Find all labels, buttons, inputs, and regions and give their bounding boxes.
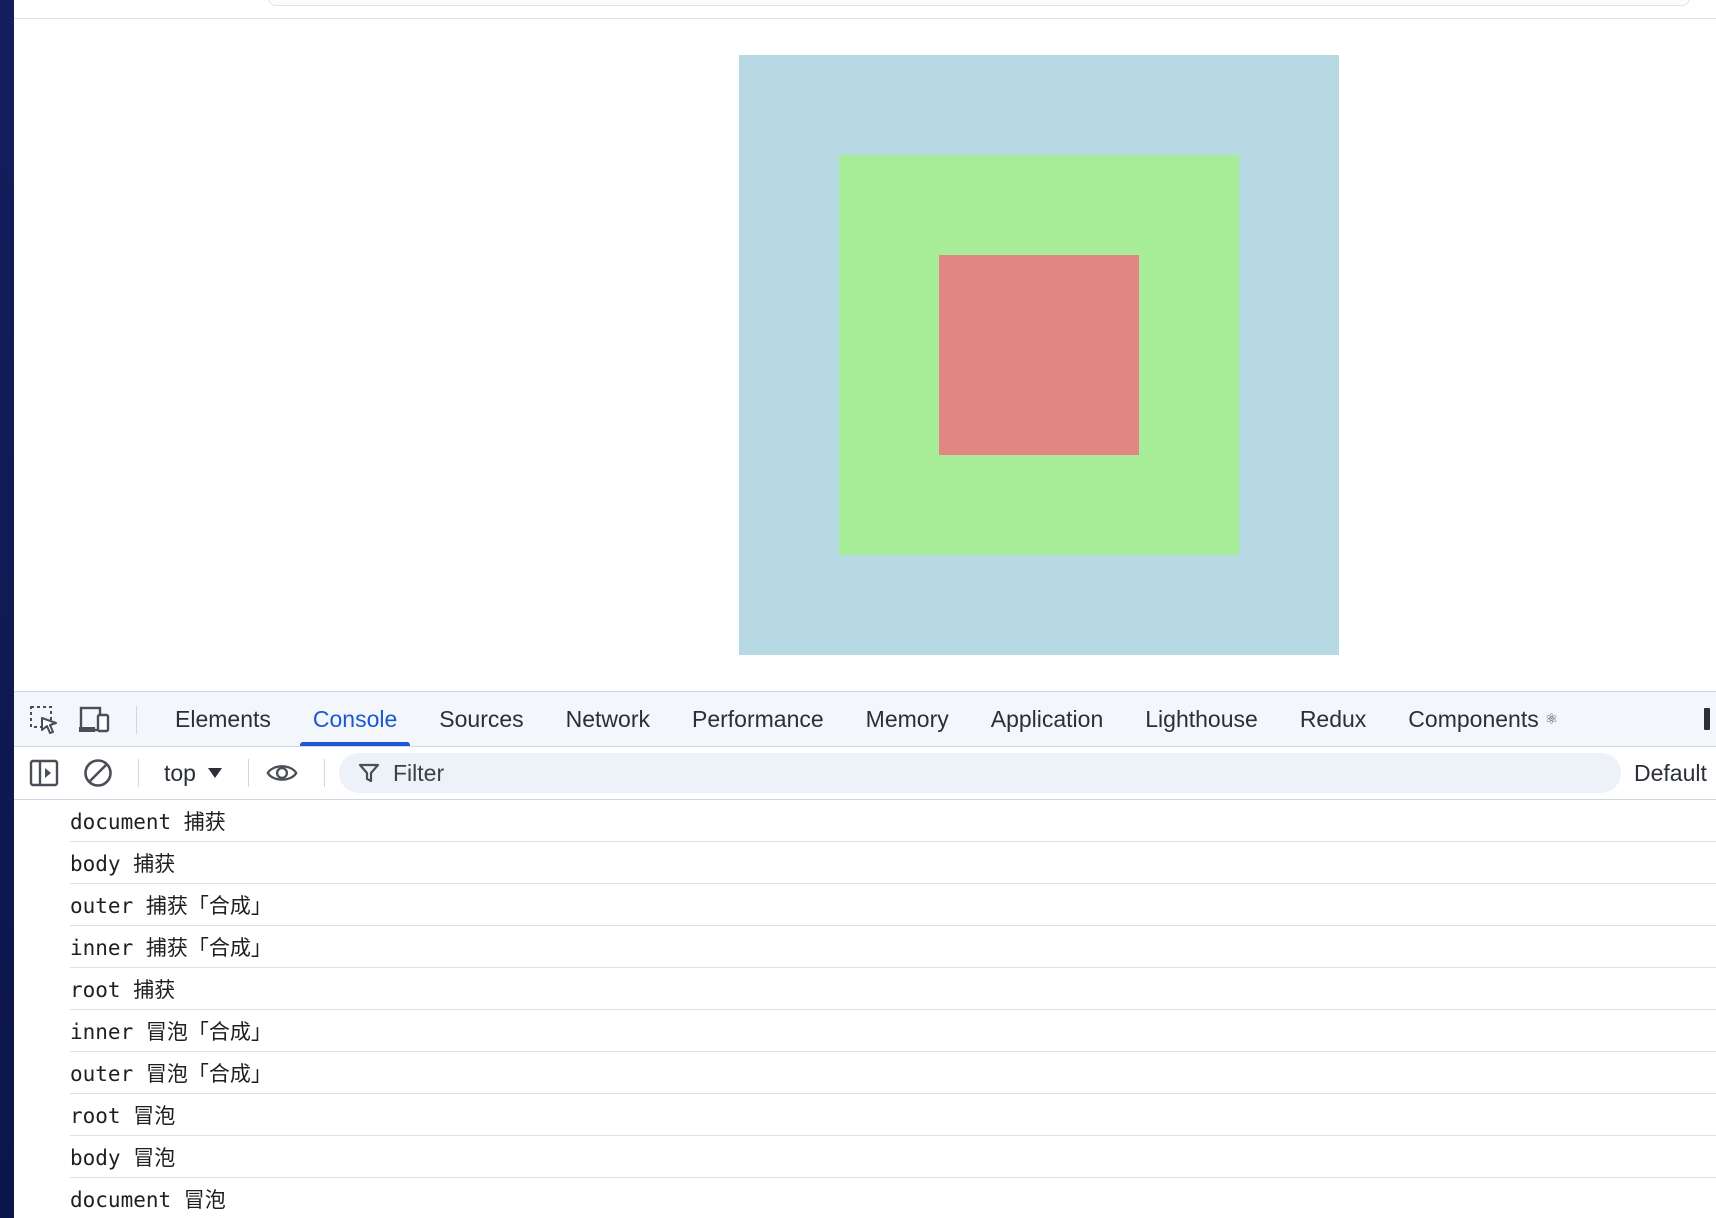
tab-label: Console [312, 705, 398, 732]
devtools-tabs: Elements Console Sources Network Performance… [154, 692, 1579, 746]
console-message-text: document 冒泡 [70, 1187, 226, 1212]
console-message: inner 捕获「合成」 [70, 926, 1716, 968]
console-message-text: document 捕获 [70, 809, 226, 834]
tab-label: Components [1408, 705, 1539, 732]
tab-label: Memory [865, 705, 949, 732]
tab-label: Redux [1299, 705, 1367, 732]
tab-elements[interactable]: Elements [154, 692, 292, 746]
console-toolbar: top Default [14, 747, 1716, 800]
device-toolbar-icon[interactable] [78, 704, 110, 736]
address-bar-area [14, 0, 1716, 19]
tab-lighthouse[interactable]: Lighthouse [1124, 692, 1279, 746]
more-tabs-indicator[interactable] [1704, 708, 1710, 730]
toolbar-separator [324, 759, 325, 787]
inspect-element-icon[interactable] [28, 704, 60, 736]
tab-sources[interactable]: Sources [418, 692, 544, 746]
log-levels-label: Default [1634, 759, 1707, 786]
console-message-text: inner 捕获「合成」 [70, 935, 272, 960]
toolbar-separator [136, 706, 137, 734]
filter-input[interactable] [391, 758, 1495, 788]
tab-memory[interactable]: Memory [845, 692, 970, 746]
devtools-panel: Elements Console Sources Network Performance… [14, 691, 1716, 1218]
tab-label: Performance [692, 705, 824, 732]
root-box[interactable] [739, 55, 1339, 655]
tab-label: Lighthouse [1145, 705, 1258, 732]
console-messages: document 捕获 body 捕获 outer 捕获「合成」 inner 捕获「合… [14, 800, 1716, 1218]
page-viewport [14, 19, 1716, 691]
filter-funnel-icon [357, 761, 381, 785]
console-message: outer 冒泡「合成」 [70, 1052, 1716, 1094]
tab-label: Sources [439, 705, 524, 732]
console-message-text: root 捕获 [70, 977, 176, 1002]
desktop-edge [0, 0, 14, 1218]
react-atom-icon: ⚛ [1544, 711, 1559, 728]
live-expression-eye-icon[interactable] [266, 757, 298, 789]
console-message: document 捕获 [70, 800, 1716, 842]
console-message-text: outer 冒泡「合成」 [70, 1061, 272, 1086]
console-message-text: body 捕获 [70, 851, 176, 876]
tab-network[interactable]: Network [545, 692, 671, 746]
tab-performance[interactable]: Performance [671, 692, 845, 746]
clear-console-icon[interactable] [82, 757, 114, 789]
context-selector-label: top [164, 759, 196, 786]
console-message-text: root 冒泡 [70, 1103, 176, 1128]
console-message: outer 捕获「合成」 [70, 884, 1716, 926]
tab-label: Elements [175, 705, 271, 732]
console-message: inner 冒泡「合成」 [70, 1010, 1716, 1052]
toolbar-separator [138, 759, 139, 787]
address-bar[interactable] [268, 0, 1690, 6]
tab-components[interactable]: Components ⚛ [1387, 692, 1579, 746]
inner-box[interactable] [939, 255, 1139, 455]
browser-window: Elements Console Sources Network Performance… [14, 0, 1716, 1218]
tab-redux[interactable]: Redux [1279, 692, 1387, 746]
show-sidebar-icon[interactable] [28, 757, 60, 789]
console-message-text: inner 冒泡「合成」 [70, 1019, 272, 1044]
toolbar-separator [248, 759, 249, 787]
console-message: root 捕获 [70, 968, 1716, 1010]
console-message: body 捕获 [70, 842, 1716, 884]
console-message-text: outer 捕获「合成」 [70, 893, 272, 918]
console-message: body 冒泡 [70, 1136, 1716, 1178]
tab-label: Network [565, 705, 650, 732]
console-message: root 冒泡 [70, 1094, 1716, 1136]
tab-console[interactable]: Console [292, 692, 418, 746]
tab-application[interactable]: Application [970, 692, 1125, 746]
tab-label: Application [990, 705, 1104, 732]
caret-down-icon [207, 768, 222, 778]
console-message-text: body 冒泡 [70, 1145, 176, 1170]
filter-box[interactable] [339, 753, 1621, 793]
console-message: document 冒泡 [70, 1178, 1716, 1218]
context-selector[interactable]: top [164, 757, 222, 789]
log-levels-dropdown[interactable]: Default [1634, 757, 1707, 789]
outer-box[interactable] [839, 155, 1239, 555]
devtools-tabbar: Elements Console Sources Network Performance… [14, 692, 1716, 747]
